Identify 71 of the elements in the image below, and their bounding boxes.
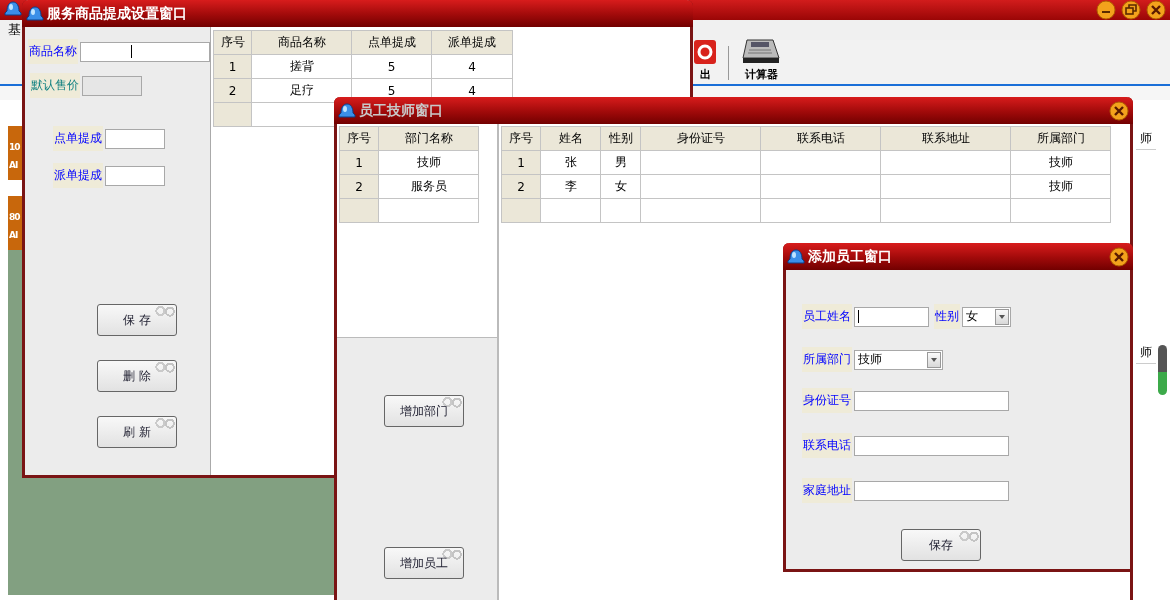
column-header: 性别 — [600, 126, 641, 151]
window-title: 服务商品提成设置窗口 — [47, 4, 188, 23]
close-icon[interactable] — [1109, 246, 1129, 267]
row-header: 2 — [339, 174, 379, 199]
column-header: 联系地址 — [880, 126, 1011, 151]
dropdown[interactable]: 技师 — [854, 349, 943, 370]
close-icon[interactable] — [1146, 0, 1166, 20]
row-header: 2 — [501, 174, 541, 199]
field-label: 员工姓名 — [802, 304, 852, 329]
column-header: 身份证号 — [640, 126, 761, 151]
input-field[interactable] — [105, 165, 165, 186]
column-header: 部门名称 — [378, 126, 479, 151]
window-title: 添加员工窗口 — [808, 247, 893, 266]
menu-item[interactable]: 基 — [8, 21, 21, 39]
field-label: 商品名称 — [28, 39, 78, 64]
column-header: 联系电话 — [760, 126, 881, 151]
tile-number: 80 — [9, 212, 21, 222]
close-icon[interactable] — [1109, 100, 1129, 121]
tile-label: AI — [9, 160, 19, 170]
add-employee-button[interactable]: 增加员工 — [384, 547, 464, 579]
field-label: 默认售价 — [30, 73, 80, 98]
column-header: 序号 — [501, 126, 541, 151]
input-field[interactable] — [854, 480, 1009, 501]
field-label: 派单提成 — [53, 163, 103, 188]
column-header: 序号 — [213, 30, 252, 55]
column-header: 点单提成 — [351, 30, 432, 55]
table-cell: 技师 — [1010, 174, 1111, 199]
field-label: 所属部门 — [802, 347, 852, 372]
row-header: 1 — [213, 54, 252, 79]
tile-number: 10 — [9, 142, 21, 152]
save-button[interactable]: 保 存 — [97, 304, 177, 336]
delete-button[interactable]: 删 除 — [97, 360, 177, 392]
calculator-button[interactable]: 计算器 — [741, 38, 781, 84]
field-label: 身份证号 — [802, 388, 852, 413]
field-label: 性别 — [934, 304, 960, 329]
column-header: 派单提成 — [431, 30, 513, 55]
tile-label: AI — [9, 230, 19, 240]
row-header: 2 — [213, 78, 252, 103]
refresh-button[interactable]: 刷 新 — [97, 416, 177, 448]
bell-icon — [26, 5, 44, 22]
field-label: 点单提成 — [53, 126, 103, 151]
input-field[interactable] — [854, 435, 1009, 456]
table-cell: 服务员 — [378, 174, 479, 199]
column-header: 所属部门 — [1010, 126, 1111, 151]
scrollbar[interactable] — [1158, 345, 1167, 395]
bell-icon — [338, 102, 356, 119]
column-header: 师 — [1136, 342, 1156, 364]
input-field[interactable] — [854, 306, 929, 327]
room-tile[interactable]: 80 AI — [8, 196, 22, 250]
add-department-button[interactable]: 增加部门 — [384, 395, 464, 427]
input-field[interactable] — [80, 41, 210, 62]
restore-icon[interactable] — [1121, 0, 1141, 20]
bell-icon — [787, 248, 805, 265]
table-cell: 技师 — [1010, 150, 1111, 175]
minimize-icon[interactable] — [1096, 0, 1116, 20]
table-cell: 搓背 — [251, 54, 352, 79]
window-title: 员工技师窗口 — [359, 101, 444, 120]
table-cell: 技师 — [378, 150, 479, 175]
room-tile[interactable]: 10 AI — [8, 126, 22, 180]
field-label: 家庭地址 — [802, 478, 852, 503]
column-header: 师 — [1136, 128, 1156, 150]
input-field[interactable] — [105, 128, 165, 149]
dropdown[interactable]: 女 — [962, 306, 1011, 327]
row-header: 1 — [501, 150, 541, 175]
column-header: 姓名 — [540, 126, 601, 151]
column-header: 序号 — [339, 126, 379, 151]
save-button[interactable]: 保存 — [901, 529, 981, 561]
column-header: 商品名称 — [251, 30, 352, 55]
field-label: 联系电话 — [802, 433, 852, 458]
input-field[interactable] — [854, 390, 1009, 411]
row-header: 1 — [339, 150, 379, 175]
